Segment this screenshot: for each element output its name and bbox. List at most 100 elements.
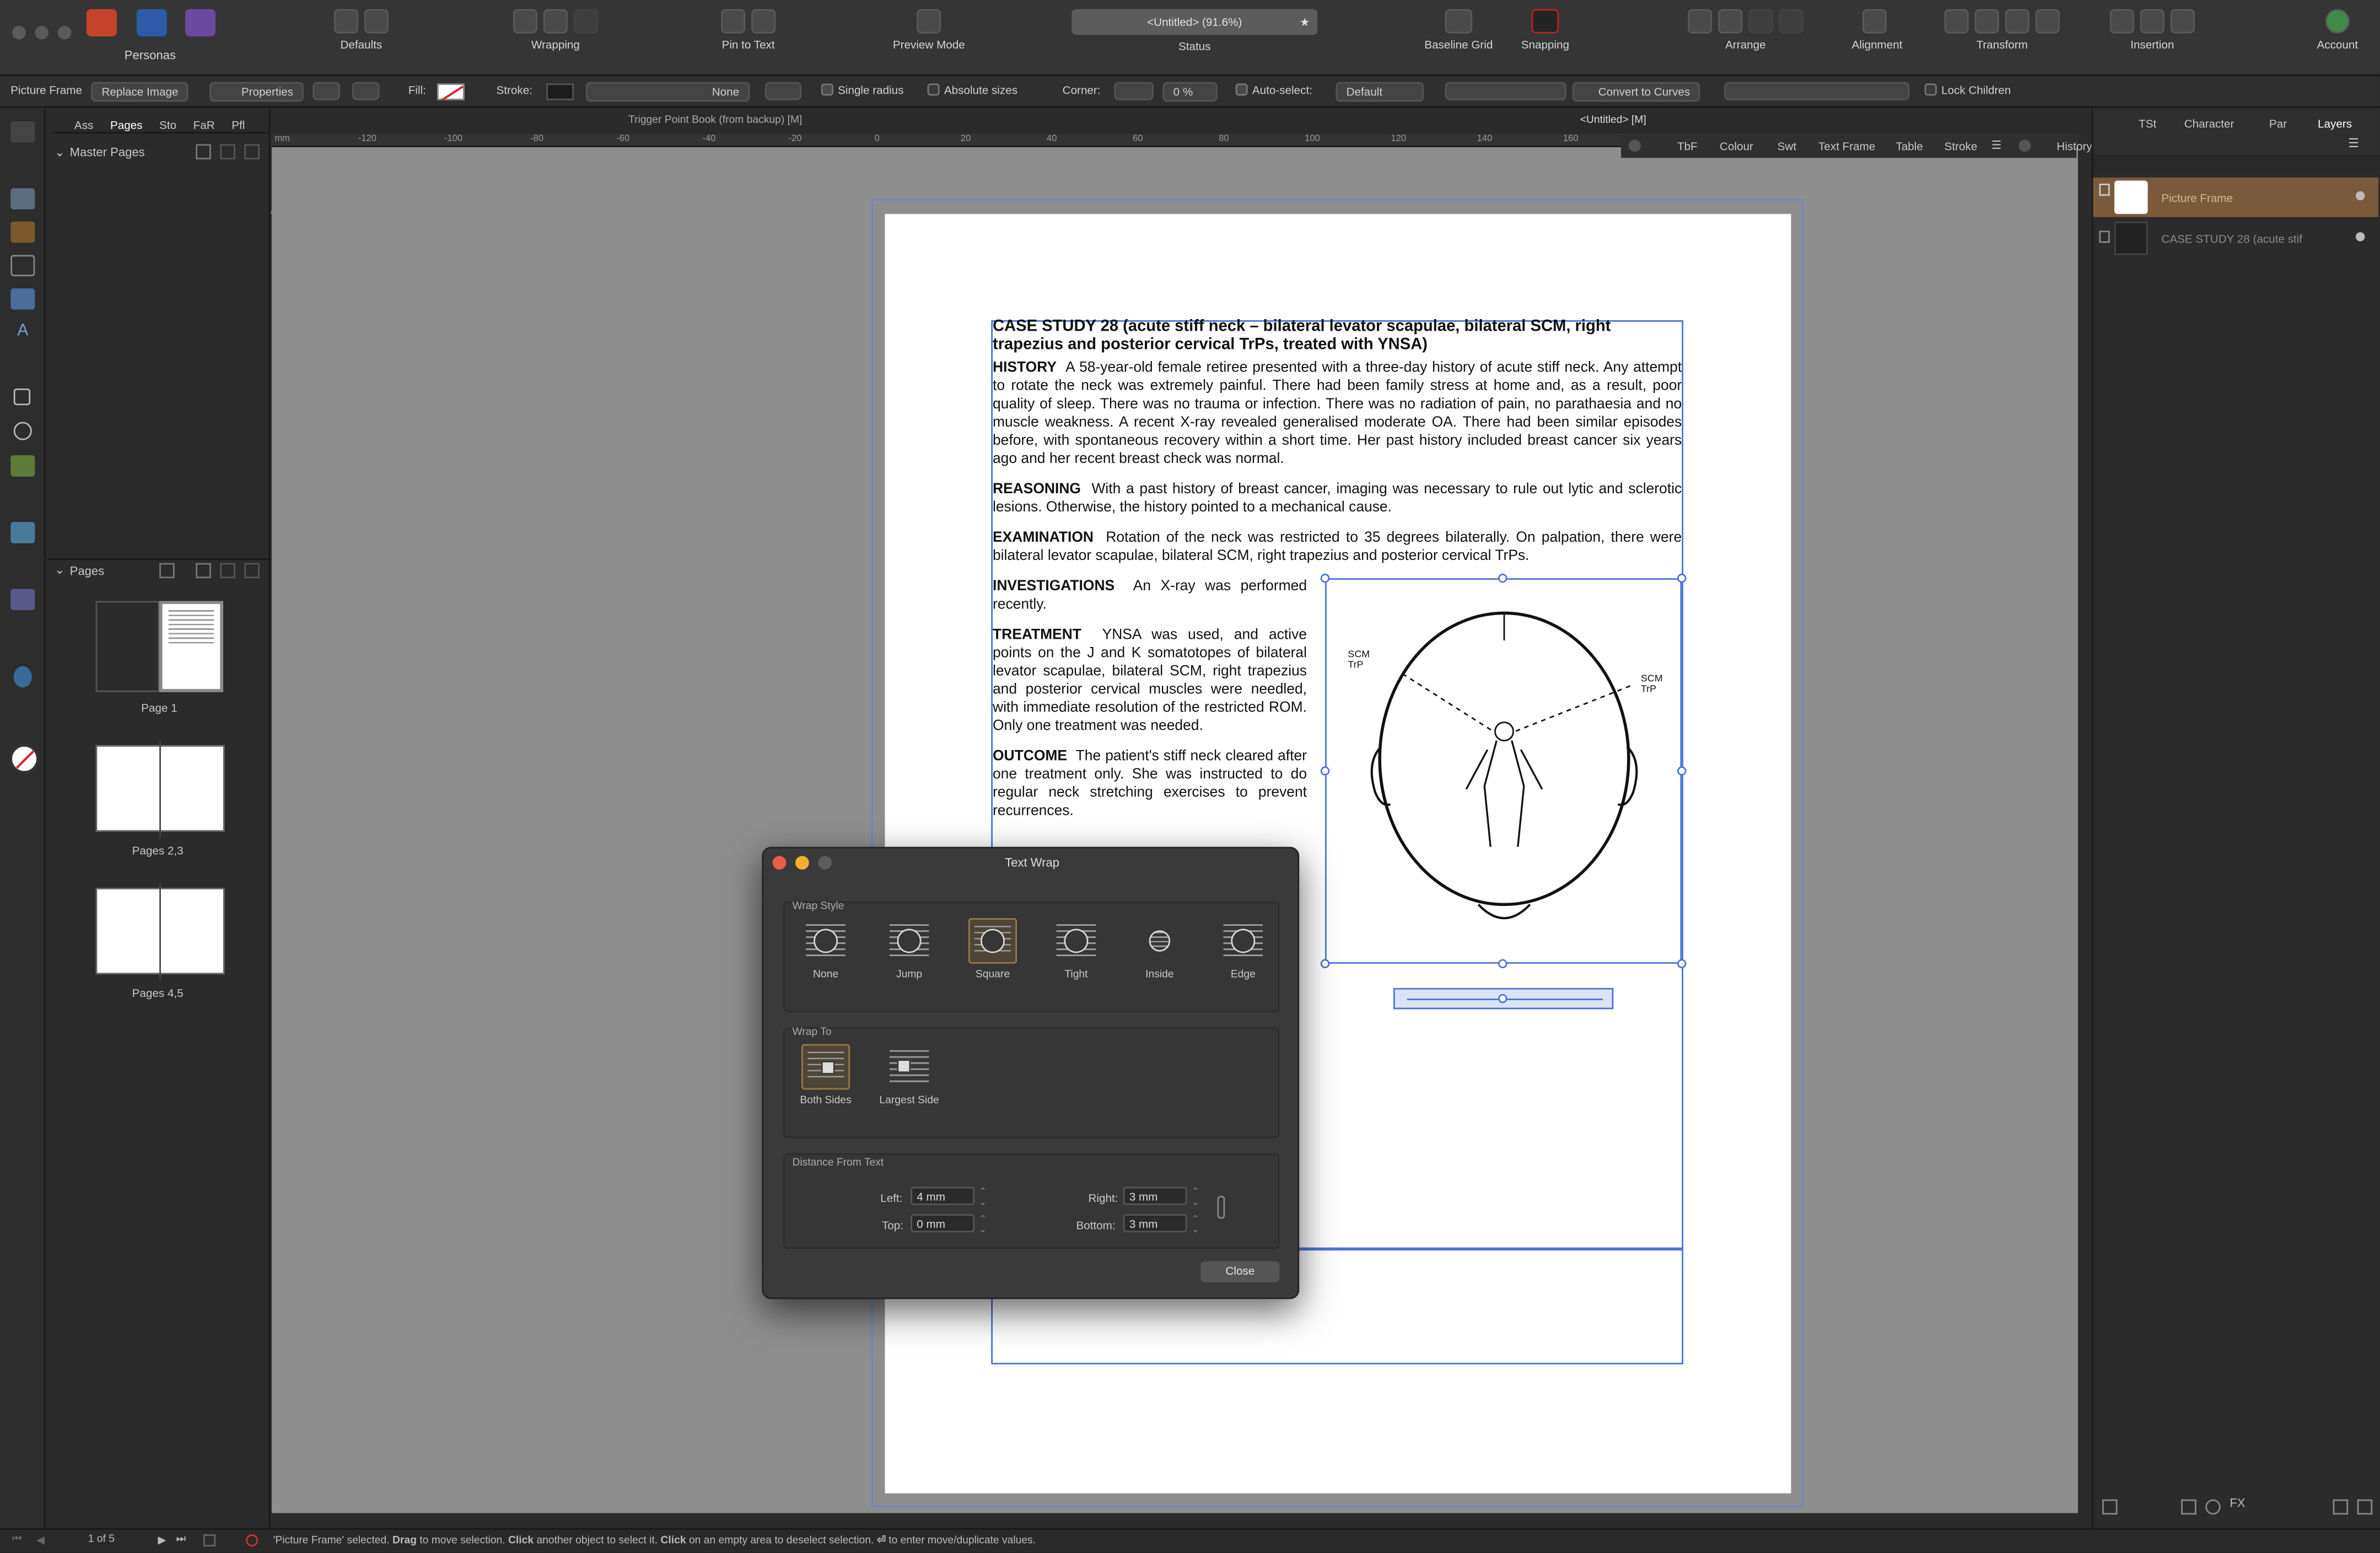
arrange-group[interactable]: Arrange [1670, 9, 1821, 52]
frame-fill-icon[interactable] [352, 82, 380, 100]
layer-row[interactable]: CASE STUDY 28 (acute stif [2093, 219, 2378, 258]
bottom-stepper-icon[interactable]: ⌃ ⌄ [1192, 1214, 1199, 1236]
right-distance-field[interactable]: 3 mm [1123, 1187, 1187, 1205]
pages-4-5-thumbnail[interactable] [95, 883, 225, 980]
transform-group[interactable]: Transform [1925, 9, 2080, 52]
replace-image-button[interactable]: Replace Image [91, 82, 189, 102]
photo-persona-icon[interactable] [185, 9, 216, 37]
mask-icon[interactable] [2181, 1499, 2196, 1515]
transparency-tool-icon[interactable] [10, 589, 35, 611]
artistic-text-tool-icon[interactable]: A [10, 322, 35, 343]
expand-icon[interactable] [2099, 184, 2110, 196]
rectangle-tool-icon[interactable] [13, 388, 31, 406]
flip-horizontal-icon[interactable] [1944, 9, 1969, 34]
crop-tool-icon[interactable] [10, 489, 35, 510]
picture-frame[interactable]: SCM TrP SCM TrP [1325, 578, 1682, 964]
move-back-icon[interactable] [1688, 9, 1713, 34]
visibility-dot-icon[interactable] [2355, 191, 2365, 201]
fill-swatch[interactable] [437, 83, 465, 101]
image-scale-slider[interactable] [1393, 988, 1614, 1010]
resize-handle[interactable] [1498, 959, 1507, 968]
tab-text-styles[interactable]: TSt [2139, 117, 2156, 131]
eye-icon[interactable] [917, 9, 941, 34]
next-page-icon[interactable]: ▶ [158, 1534, 166, 1546]
insert-top-icon[interactable] [2140, 9, 2164, 34]
wrapping-group[interactable]: Wrapping [495, 9, 616, 52]
tab-table[interactable]: Table [1896, 139, 1923, 153]
flip-vertical-icon[interactable] [1974, 9, 1999, 34]
move-forward-icon[interactable] [1748, 9, 1773, 34]
previous-page-icon[interactable]: ◀ [36, 1534, 45, 1546]
window-close-button[interactable] [12, 25, 26, 40]
alignment-group[interactable]: Alignment [1852, 9, 1903, 52]
magnet-icon[interactable] [1531, 9, 1559, 34]
window-minimize-button[interactable] [35, 25, 49, 40]
resize-handle[interactable] [1677, 959, 1687, 968]
wrap-style-jump[interactable]: Jump [879, 918, 939, 980]
tab-swatches[interactable]: Swt [1778, 139, 1796, 153]
fill-tool-icon[interactable] [10, 556, 35, 577]
lock-children-checkbox[interactable]: Lock Children [1924, 83, 2011, 97]
resize-handle[interactable] [1677, 766, 1687, 776]
wrap-style-tight[interactable]: Tight [1046, 918, 1106, 980]
pin-text-icon[interactable] [751, 9, 776, 34]
tab-colour[interactable]: Colour [1720, 139, 1753, 153]
link-values-icon[interactable] [1217, 1195, 1225, 1219]
baseline-grid-icon[interactable] [1445, 9, 1473, 34]
menu-icon[interactable]: ☰ [1991, 138, 2002, 152]
designer-persona-icon[interactable] [136, 9, 167, 37]
top-stepper-icon[interactable]: ⌃ ⌄ [979, 1214, 987, 1236]
wrap-style-none[interactable]: None [795, 918, 856, 980]
account-icon[interactable] [2325, 9, 2350, 34]
delete-master-icon[interactable] [244, 144, 260, 160]
table-tool-icon[interactable] [10, 222, 35, 243]
view-tool-icon[interactable] [10, 700, 35, 721]
single-radius-checkbox[interactable]: Single radius [821, 83, 904, 97]
publisher-persona-icon[interactable] [86, 9, 117, 37]
snapping-group[interactable]: Snapping [1515, 9, 1575, 52]
delete-page-icon[interactable] [244, 563, 260, 579]
tab-pages[interactable]: Pages [110, 118, 143, 132]
tab-untitled[interactable]: <Untitled> [M] [1580, 115, 1646, 126]
tab-history[interactable]: History [2056, 139, 2092, 153]
stroke-swatch[interactable] [546, 83, 574, 100]
close-panel-icon[interactable] [1628, 139, 1641, 152]
wrap-square-icon[interactable] [513, 9, 537, 34]
close-panel-icon[interactable] [2018, 139, 2031, 152]
duplicate-page-icon[interactable] [220, 563, 235, 579]
rotate-left-icon[interactable] [2005, 9, 2029, 34]
delete-layer-icon[interactable] [2357, 1499, 2373, 1515]
defaults-group[interactable]: Defaults [322, 9, 401, 52]
insert-behind-icon[interactable] [2109, 9, 2134, 34]
adjustment-icon[interactable] [2205, 1499, 2221, 1515]
wrap-to-both-sides[interactable]: Both Sides [795, 1044, 856, 1107]
insert-inside-icon[interactable] [2170, 9, 2195, 34]
insertion-group[interactable]: Insertion [2094, 9, 2210, 52]
status-field[interactable]: <Untitled> (91.6%) ★ [1071, 9, 1318, 35]
tab-character[interactable]: Character [2184, 117, 2234, 131]
expand-icon[interactable] [2099, 230, 2110, 243]
resize-handle[interactable] [1320, 959, 1330, 968]
wrap-style-edge[interactable]: Edge [1213, 918, 1273, 980]
page-view-icon[interactable] [203, 1534, 216, 1547]
corner-value-field[interactable]: 0 % [1162, 82, 1218, 102]
rotate-right-icon[interactable] [2035, 9, 2060, 34]
account-group[interactable]: Account [2307, 9, 2368, 52]
layer-opacity-row[interactable] [2093, 154, 2380, 170]
right-stepper-icon[interactable]: ⌃ ⌄ [1192, 1187, 1199, 1208]
close-button[interactable]: Close [1200, 1261, 1280, 1282]
left-stepper-icon[interactable]: ⌃ ⌄ [979, 1187, 987, 1208]
chevron-down-icon[interactable]: ⌄ [55, 563, 64, 577]
wrap-style-square[interactable]: Square [962, 918, 1023, 980]
shape-tool-icon[interactable] [10, 455, 35, 477]
slider-knob[interactable] [1498, 994, 1507, 1004]
align-distribute-buttons[interactable] [1724, 82, 1910, 100]
tab-trigger-point-book[interactable]: Trigger Point Book (from backup) [M] [628, 115, 802, 126]
resize-handle[interactable] [1677, 573, 1687, 583]
properties-button[interactable]: Properties [209, 82, 304, 102]
tab-assets[interactable]: Ass [74, 118, 93, 132]
place-image-tool-icon[interactable] [10, 288, 35, 310]
duplicate-master-icon[interactable] [220, 144, 235, 160]
menu-icon[interactable]: ☰ [2348, 137, 2359, 150]
resize-handle[interactable] [1320, 766, 1330, 776]
